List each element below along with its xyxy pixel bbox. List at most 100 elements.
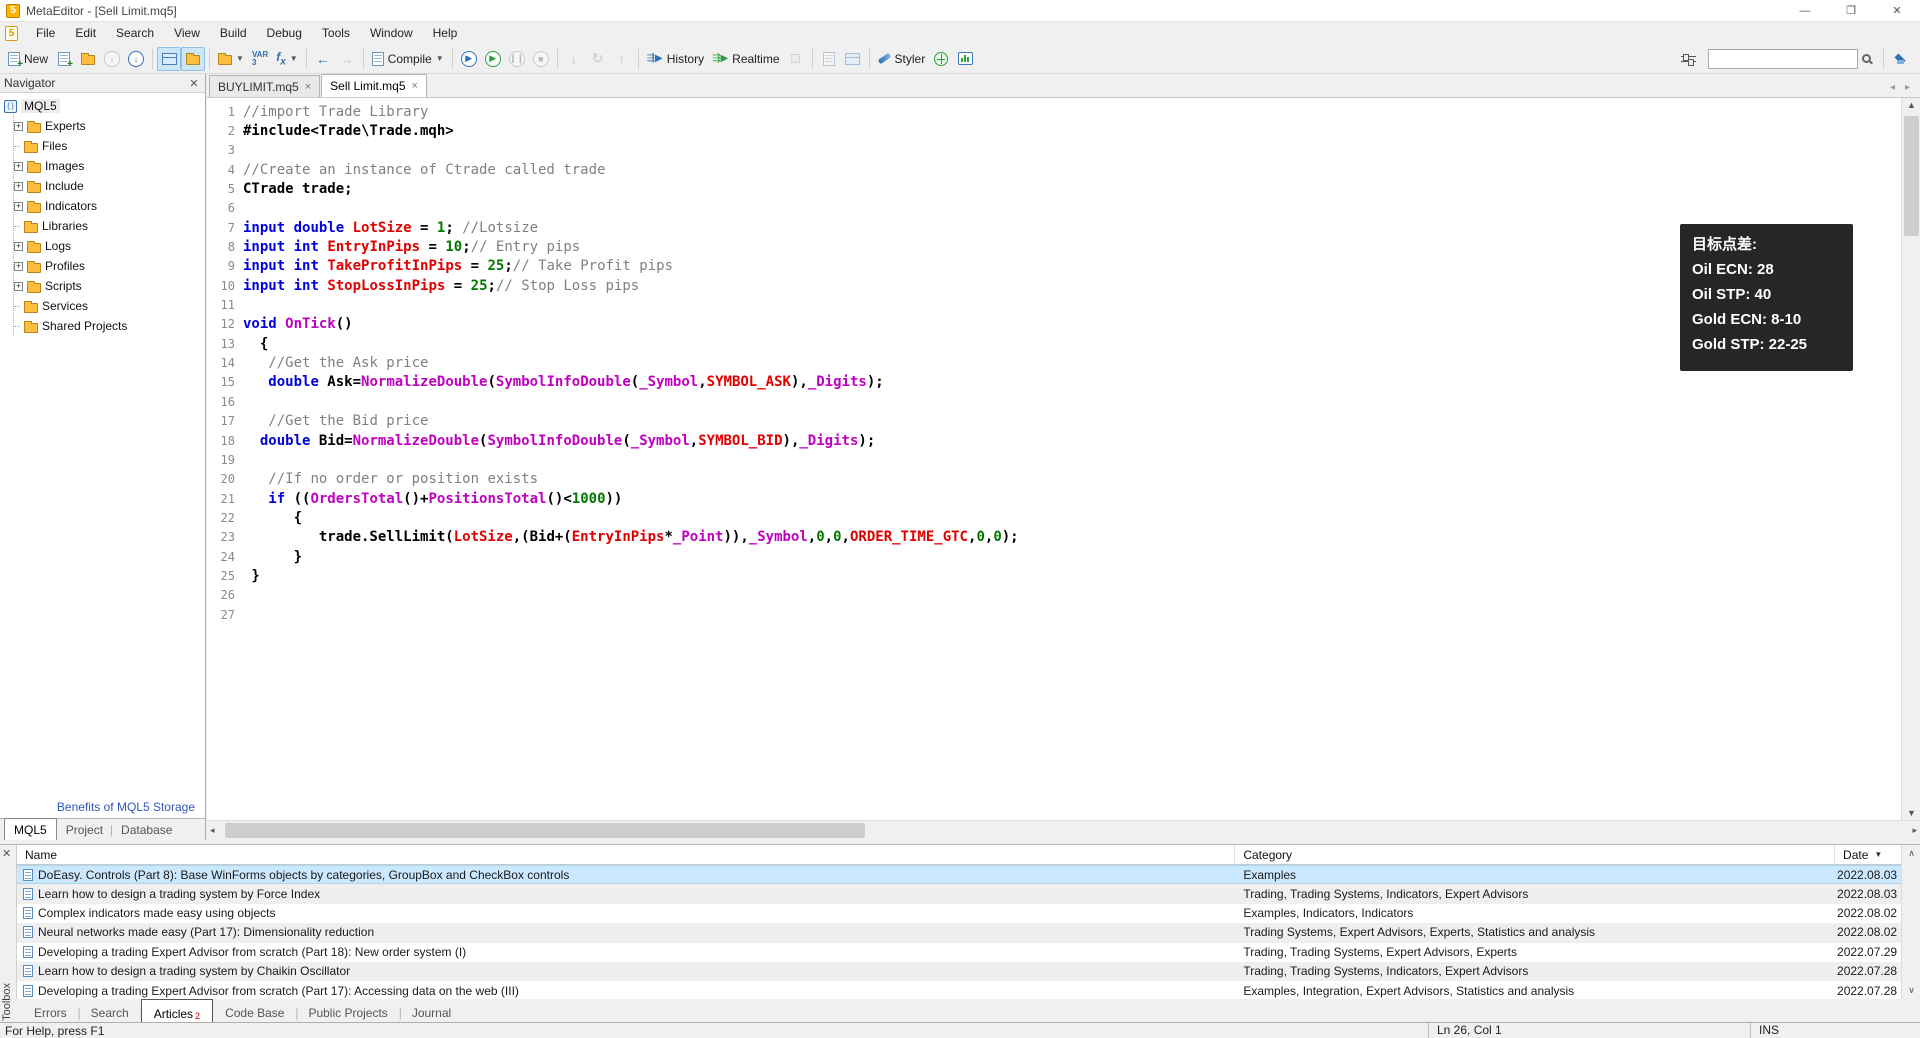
search-input[interactable] xyxy=(1708,49,1858,69)
copy-button[interactable] xyxy=(817,47,841,71)
new-window-button[interactable] xyxy=(52,47,76,71)
toolbox-tab-code-base[interactable]: Code Base| xyxy=(213,1003,296,1023)
table-row[interactable]: Complex indicators made easy using objec… xyxy=(17,904,1901,923)
toolbox-close-icon[interactable]: ✕ xyxy=(2,847,11,860)
editor-horizontal-scrollbar[interactable]: ◂ ▸ xyxy=(207,820,1920,840)
navigator-tab-project[interactable]: Project| xyxy=(57,819,112,840)
step-over-button[interactable]: ↻ xyxy=(586,47,610,71)
start-profiling-button[interactable]: ▶ xyxy=(481,47,505,71)
styler-button[interactable]: Styler xyxy=(874,47,930,71)
step-out-button[interactable]: ↑ xyxy=(610,47,634,71)
menu-item-help[interactable]: Help xyxy=(423,22,468,44)
table-row[interactable]: Learn how to design a trading system by … xyxy=(17,962,1901,981)
navigate-forward-button[interactable]: → xyxy=(335,47,359,71)
paste-button[interactable] xyxy=(841,47,865,71)
code-editor[interactable]: 1//import Trade Library2#include<Trade\T… xyxy=(207,98,1901,820)
navigate-back-button[interactable]: ← xyxy=(311,47,335,71)
toolbox-tab-public-projects[interactable]: Public Projects| xyxy=(296,1003,399,1023)
stop-button[interactable]: ■ xyxy=(529,47,553,71)
table-vertical-scrollbar[interactable]: ∧ ∨ xyxy=(1901,845,1920,999)
table-row[interactable]: Learn how to design a trading system by … xyxy=(17,884,1901,903)
tab-close-icon[interactable]: × xyxy=(412,80,418,92)
learn-button[interactable] xyxy=(1888,47,1914,71)
storage-update-button[interactable]: ↓ xyxy=(124,47,148,71)
column-header-name[interactable]: Name xyxy=(17,845,1235,865)
toolbox-tab-errors[interactable]: Errors| xyxy=(22,1003,79,1023)
scroll-down-icon[interactable]: ∨ xyxy=(1902,985,1920,996)
maximize-button[interactable]: ❐ xyxy=(1828,0,1874,22)
toolbox-tab-journal[interactable]: Journal xyxy=(400,1003,463,1023)
table-row[interactable]: Neural networks made easy (Part 17): Dim… xyxy=(17,923,1901,942)
storage-checkout-button[interactable]: ↓ xyxy=(100,47,124,71)
tree-item-logs[interactable]: +Logs xyxy=(4,236,205,256)
menu-item-view[interactable]: View xyxy=(164,22,210,44)
tree-item-include[interactable]: +Include xyxy=(4,176,205,196)
open-button[interactable] xyxy=(76,47,100,71)
step-into-button[interactable]: ↓ xyxy=(562,47,586,71)
tree-item-experts[interactable]: +Experts xyxy=(4,116,205,136)
scroll-up-icon[interactable]: ∧ xyxy=(1902,848,1920,859)
menu-item-tools[interactable]: Tools xyxy=(312,22,360,44)
menu-item-file[interactable]: File xyxy=(26,22,65,44)
storage-benefits-link[interactable]: Benefits of MQL5 Storage xyxy=(0,800,205,814)
insert-function-button[interactable]: fx▼ xyxy=(272,47,301,71)
tree-item-scripts[interactable]: +Scripts xyxy=(4,276,205,296)
insert-variable-button[interactable]: VAR3 xyxy=(248,47,272,71)
expand-plus-icon[interactable]: + xyxy=(14,182,23,191)
scroll-right-icon[interactable]: ▸ xyxy=(1912,825,1917,836)
tree-item-shared-projects[interactable]: Shared Projects xyxy=(4,316,205,336)
menu-item-debug[interactable]: Debug xyxy=(257,22,312,44)
tree-item-indicators[interactable]: +Indicators xyxy=(4,196,205,216)
pause-button[interactable]: ❙❙ xyxy=(505,47,529,71)
realtime-button[interactable]: ⇶▶ Realtime xyxy=(708,47,783,71)
tab-close-icon[interactable]: × xyxy=(305,81,311,93)
navigator-close-icon[interactable]: ✕ xyxy=(187,77,201,90)
scroll-left-icon[interactable]: ◂ xyxy=(210,825,215,836)
tree-item-libraries[interactable]: Libraries xyxy=(4,216,205,236)
menu-item-window[interactable]: Window xyxy=(360,22,423,44)
algo-trading-button[interactable] xyxy=(953,47,977,71)
new-button[interactable]: New xyxy=(4,47,52,71)
table-row[interactable]: DoEasy. Controls (Part 8): Base WinForms… xyxy=(17,865,1901,884)
expand-plus-icon[interactable]: + xyxy=(14,282,23,291)
search-options-button[interactable] xyxy=(1676,47,1700,71)
search-icon[interactable] xyxy=(1862,54,1871,63)
toolbox-tab-search[interactable]: Search| xyxy=(79,1003,141,1023)
table-row[interactable]: Developing a trading Expert Advisor from… xyxy=(17,981,1901,999)
editor-tab-buylimit-mq5[interactable]: BUYLIMIT.mq5× xyxy=(209,75,320,97)
tree-item-images[interactable]: +Images xyxy=(4,156,205,176)
scroll-down-icon[interactable]: ▼ xyxy=(1902,808,1920,818)
expand-plus-icon[interactable]: + xyxy=(14,202,23,211)
tree-item-files[interactable]: Files xyxy=(4,136,205,156)
editor-tab-sell-limit-mq5[interactable]: Sell Limit.mq5× xyxy=(321,74,427,97)
close-button[interactable]: ✕ xyxy=(1874,0,1920,22)
column-header-date[interactable]: Date ▼ xyxy=(1835,845,1901,865)
table-row[interactable]: Developing a trading Expert Advisor from… xyxy=(17,943,1901,962)
menu-item-search[interactable]: Search xyxy=(106,22,164,44)
toggle-toolbox-button[interactable] xyxy=(181,47,205,71)
expand-plus-icon[interactable]: + xyxy=(14,262,23,271)
navigator-tab-mql5[interactable]: MQL5 xyxy=(4,818,57,840)
mql5-community-button[interactable] xyxy=(929,47,953,71)
scroll-up-icon[interactable]: ▲ xyxy=(1902,100,1920,110)
tree-item-profiles[interactable]: +Profiles xyxy=(4,256,205,276)
tab-scroll-left-icon[interactable]: ◂ xyxy=(1890,82,1895,93)
vertical-scroll-thumb[interactable] xyxy=(1904,116,1919,236)
expand-plus-icon[interactable]: + xyxy=(14,122,23,131)
expand-plus-icon[interactable]: + xyxy=(14,162,23,171)
toolbox-tab-articles[interactable]: Articles2 xyxy=(141,999,213,1023)
start-debug-button[interactable]: ▶ xyxy=(457,47,481,71)
menu-item-build[interactable]: Build xyxy=(210,22,257,44)
menu-item-edit[interactable]: Edit xyxy=(65,22,106,44)
profiler-stop-button[interactable] xyxy=(784,47,808,71)
toggle-navigator-button[interactable] xyxy=(157,47,181,71)
compile-button[interactable]: Compile ▼ xyxy=(368,47,448,71)
snippets-button[interactable]: ▼ xyxy=(214,47,248,71)
editor-vertical-scrollbar[interactable]: ▲ ▼ xyxy=(1901,98,1920,820)
history-button[interactable]: ⇶▶ History xyxy=(643,47,708,71)
expand-plus-icon[interactable]: + xyxy=(14,242,23,251)
horizontal-scroll-thumb[interactable] xyxy=(225,823,865,838)
tree-item-mql5-root[interactable]: { }MQL5 xyxy=(4,96,205,116)
navigator-tab-database[interactable]: Database xyxy=(112,819,181,840)
column-header-category[interactable]: Category xyxy=(1235,845,1835,865)
